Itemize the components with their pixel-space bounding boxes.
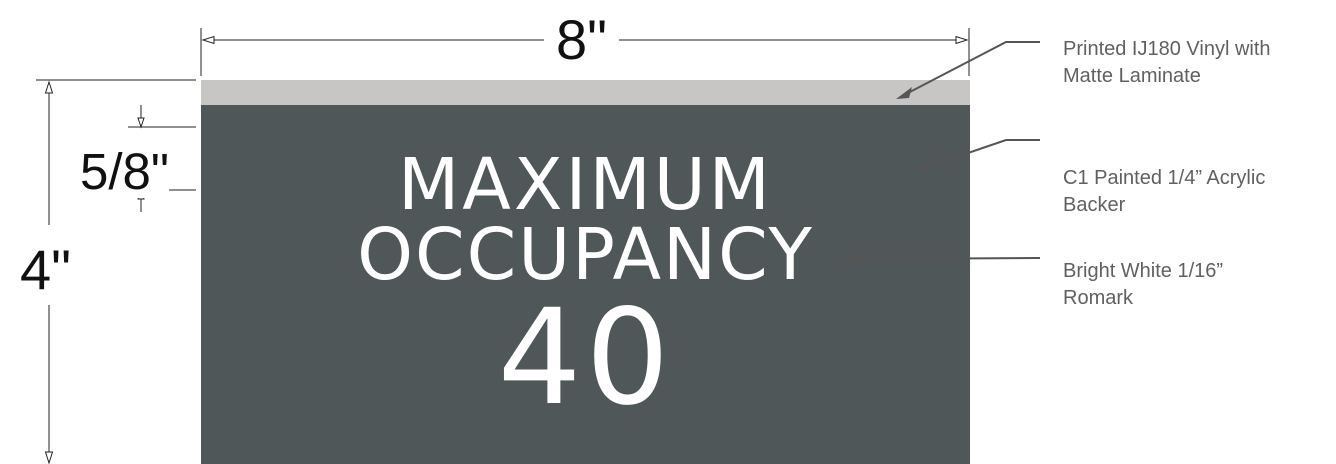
- leader-romark: [855, 257, 1041, 260]
- leader-romark-arrowhead: [846, 254, 860, 264]
- height-dimension-label: 4": [20, 238, 72, 302]
- callout-romark-line2: Romark: [1063, 287, 1134, 309]
- width-arrow-left: [201, 35, 215, 45]
- width-dimension-label: 8": [544, 8, 620, 72]
- height-arrow-top: [44, 80, 54, 94]
- leader-acrylic: [923, 139, 1040, 169]
- letter-arrow-top: [137, 117, 145, 129]
- callout-acrylic-line1: C1 Painted 1/4” Acrylic: [1063, 167, 1266, 189]
- leader-vinyl: [905, 41, 1040, 95]
- height-arrow-bottom: [44, 451, 54, 464]
- callout-vinyl-line1: Printed IJ180 Vinyl with: [1063, 38, 1271, 60]
- callout-romark-line1: Bright White 1/16”: [1063, 260, 1224, 282]
- leader-vinyl-arrowhead: [896, 87, 912, 99]
- sign-spec-diagram: MAXIMUM OCCUPANCY 40 8" 4" 5/8" Printed …: [0, 0, 1336, 464]
- letter-height-label: 5/8": [80, 143, 170, 200]
- leader-acrylic-arrowhead: [914, 162, 928, 172]
- callout-acrylic: C1 Painted 1/4” Acrylic Backer: [1063, 165, 1335, 219]
- callout-vinyl: Printed IJ180 Vinyl with Matte Laminate: [1063, 36, 1335, 90]
- callout-vinyl-line2: Matte Laminate: [1063, 65, 1201, 87]
- width-arrow-right: [955, 35, 969, 45]
- callout-romark: Bright White 1/16” Romark: [1063, 258, 1335, 312]
- callout-acrylic-line2: Backer: [1063, 194, 1126, 216]
